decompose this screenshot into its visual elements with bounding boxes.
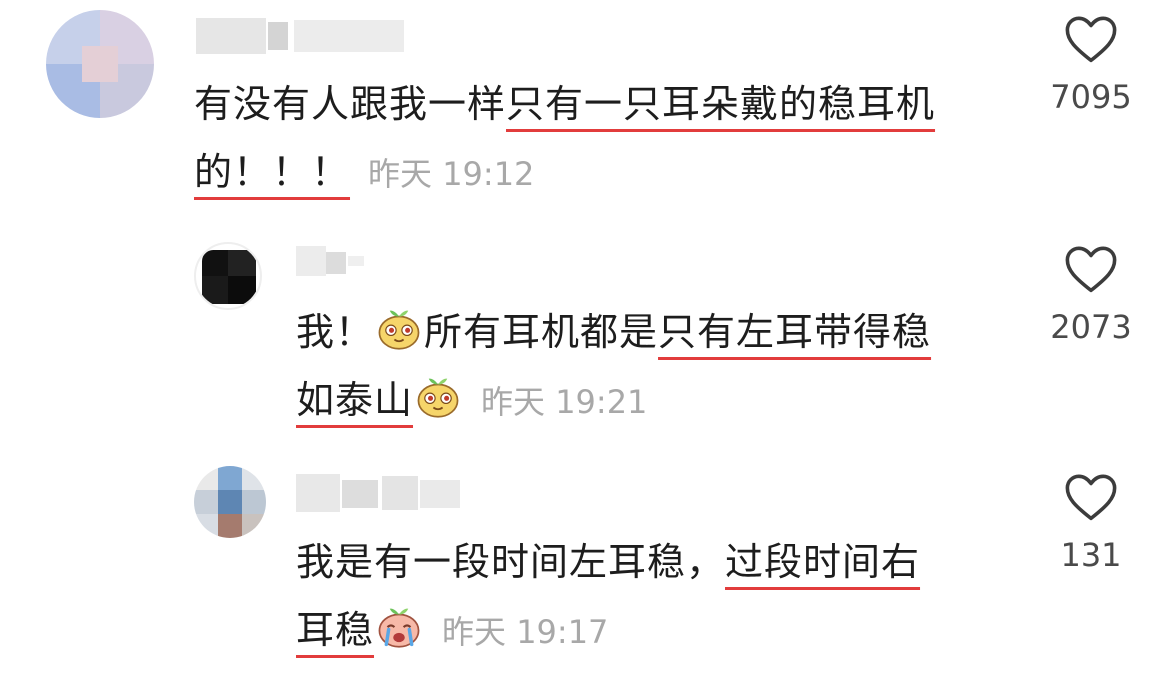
comment-text: 我！ 所有耳机都是只有左耳带得稳 如泰山 昨天 19:21 bbox=[296, 298, 1016, 436]
comment-text-underlined: 过段时间右 bbox=[725, 540, 921, 584]
heart-outline-icon bbox=[1065, 246, 1117, 293]
comment-text-underlined: 如泰山 bbox=[296, 378, 414, 422]
timestamp: 昨天 19:12 bbox=[368, 155, 535, 193]
comment-text: 我是有一段时间左耳稳，过段时间右 耳稳 昨天 19:17 bbox=[296, 528, 1016, 666]
username-blurred[interactable] bbox=[296, 246, 368, 276]
comment-text-plain: 所有耳机都是 bbox=[424, 310, 659, 354]
sprout-face-emoji-icon bbox=[417, 378, 459, 418]
avatar[interactable] bbox=[194, 242, 262, 310]
comment-text-underlined: 的！！！ bbox=[194, 150, 351, 194]
avatar[interactable] bbox=[46, 10, 154, 118]
comment-text-plain: 我！ bbox=[296, 310, 375, 354]
comment-text-plain: 我是有一段时间左耳稳， bbox=[296, 540, 726, 584]
like-count: 7095 bbox=[1050, 78, 1132, 116]
like-count: 131 bbox=[1060, 536, 1122, 574]
like-count: 2073 bbox=[1050, 308, 1132, 346]
heart-outline-icon bbox=[1065, 474, 1117, 521]
username-blurred[interactable] bbox=[296, 474, 462, 512]
like-button[interactable]: 131 bbox=[1046, 472, 1136, 574]
comment-text-underlined: 耳稳 bbox=[296, 608, 375, 652]
like-button[interactable]: 7095 bbox=[1046, 14, 1136, 116]
username-blurred[interactable] bbox=[196, 18, 406, 54]
comment-text-underlined: 只有左耳带得稳 bbox=[658, 310, 932, 354]
crying-face-emoji-icon bbox=[378, 608, 420, 648]
timestamp: 昨天 19:21 bbox=[481, 383, 648, 421]
comment-text-plain: 有没有人跟我一样 bbox=[194, 82, 507, 126]
sprout-face-emoji-icon bbox=[378, 310, 420, 350]
avatar[interactable] bbox=[194, 466, 266, 538]
heart-outline-icon bbox=[1065, 16, 1117, 63]
like-button[interactable]: 2073 bbox=[1046, 244, 1136, 346]
comment-text: 有没有人跟我一样只有一只耳朵戴的稳耳机 的！！！ 昨天 19:12 bbox=[194, 70, 1014, 208]
timestamp: 昨天 19:17 bbox=[442, 613, 609, 651]
comment-text-underlined: 只有一只耳朵戴的稳耳机 bbox=[506, 82, 936, 126]
